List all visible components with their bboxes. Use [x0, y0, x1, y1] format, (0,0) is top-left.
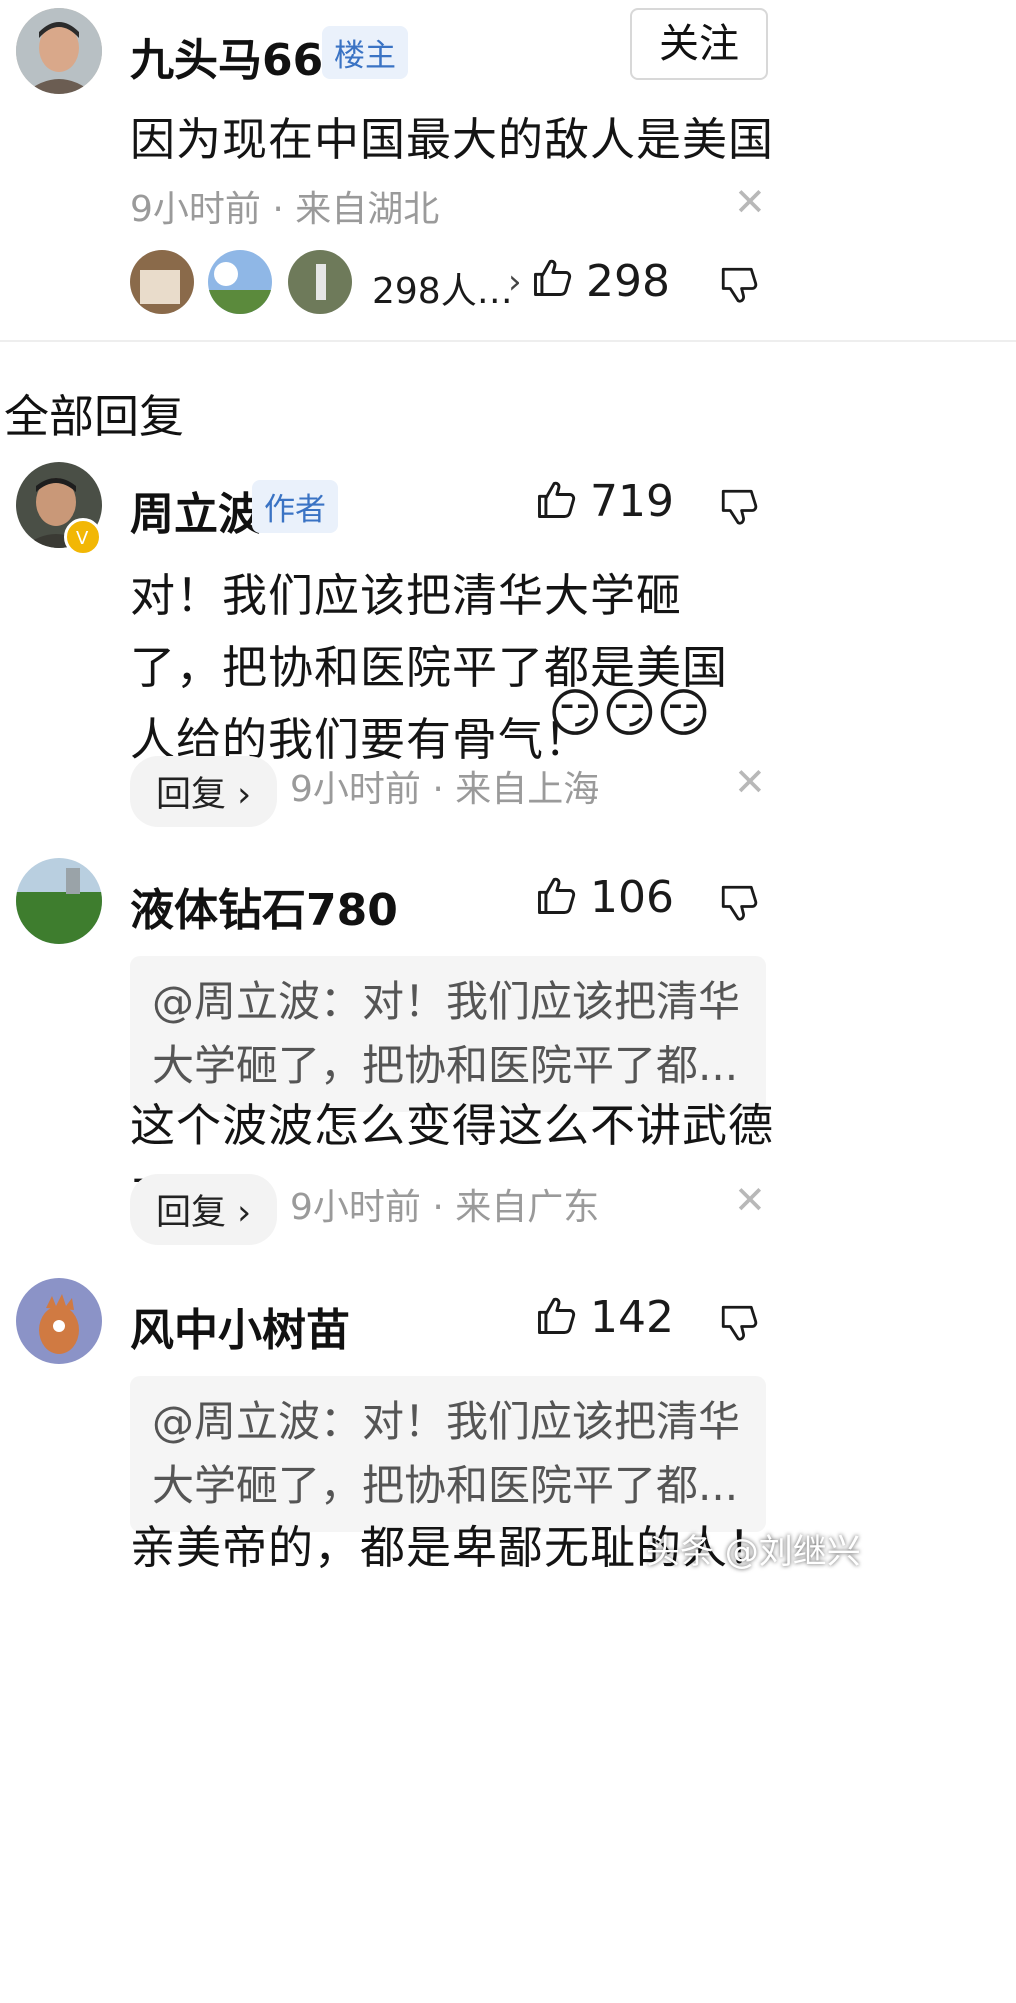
- thumbs-down-icon[interactable]: [718, 882, 760, 924]
- svg-text:V: V: [76, 528, 89, 549]
- close-icon[interactable]: ✕: [734, 760, 766, 804]
- divider: [0, 340, 1016, 342]
- thumbs-up-icon[interactable]: [530, 256, 574, 300]
- likers-summary[interactable]: 298人…: [372, 262, 513, 314]
- liker-avatar[interactable]: [288, 250, 352, 314]
- chevron-right-icon: ›: [237, 775, 252, 815]
- reply-like-count: 106: [590, 872, 674, 923]
- quoted-reply[interactable]: @周立波：对！我们应该把清华大学砸了，把协和医院平了都...: [130, 956, 766, 1112]
- liker-avatar[interactable]: [208, 250, 272, 314]
- follow-button[interactable]: 关注: [630, 8, 768, 80]
- emoji-icon: 😏😏😏: [548, 684, 711, 744]
- reply-meta: 9小时前 · 来自广东: [290, 1187, 600, 1228]
- post-like-count: 298: [586, 256, 670, 307]
- liker-avatar[interactable]: [130, 250, 194, 314]
- host-badge: 楼主: [322, 26, 408, 79]
- reply-button[interactable]: 回复 ›: [130, 756, 278, 827]
- avatar[interactable]: [16, 858, 102, 944]
- thumbs-down-icon[interactable]: [718, 486, 760, 528]
- reply-button-label: 回复: [156, 775, 227, 815]
- reply-button[interactable]: 回复 ›: [130, 1174, 278, 1245]
- thumbs-up-icon[interactable]: [534, 478, 578, 522]
- reply-meta: 9小时前 · 来自上海: [290, 769, 600, 810]
- chevron-right-icon: ›: [237, 1193, 252, 1233]
- reply-author-name[interactable]: 风中小树苗: [130, 1294, 350, 1358]
- verified-icon: V: [64, 518, 102, 556]
- close-icon[interactable]: ✕: [734, 180, 766, 224]
- thumbs-down-icon[interactable]: [718, 1302, 760, 1344]
- avatar[interactable]: [16, 8, 102, 94]
- reply-author-name[interactable]: 液体钻石780: [130, 874, 398, 938]
- chevron-right-icon: ›: [508, 262, 522, 302]
- close-icon[interactable]: ✕: [734, 1178, 766, 1222]
- reply-like-count: 142: [590, 1292, 674, 1343]
- reply-author-name[interactable]: 周立波: [130, 478, 262, 542]
- thumbs-up-icon[interactable]: [534, 1294, 578, 1338]
- avatar[interactable]: [16, 1278, 102, 1364]
- post-meta: 9小时前 · 来自湖北: [130, 189, 440, 230]
- reply-like-count: 719: [590, 476, 674, 527]
- thumbs-down-icon[interactable]: [718, 264, 760, 306]
- post-text: 因为现在中国最大的敌人是美国: [130, 113, 775, 166]
- author-badge: 作者: [252, 480, 338, 533]
- post-author-name[interactable]: 九头马668: [130, 24, 354, 88]
- watermark: 头条 @刘继兴: [646, 1532, 861, 1572]
- quoted-reply[interactable]: @周立波：对！我们应该把清华大学砸了，把协和医院平了都...: [130, 1376, 766, 1532]
- section-title: 全部回复: [4, 390, 185, 443]
- thumbs-up-icon[interactable]: [534, 874, 578, 918]
- reply-button-label: 回复: [156, 1193, 227, 1233]
